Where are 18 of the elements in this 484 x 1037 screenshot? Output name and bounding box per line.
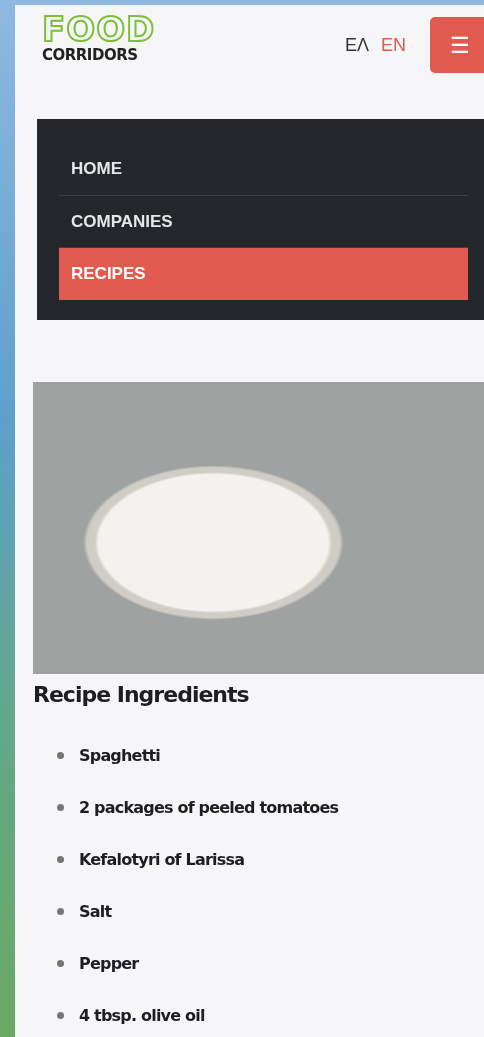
bullet-icon — [57, 1012, 64, 1020]
menu-button[interactable]: ☰ — [430, 17, 484, 73]
bullet-icon — [57, 804, 64, 812]
nav-item[interactable]: HOME — [59, 143, 468, 196]
language-link[interactable]: ΕΛ — [338, 32, 375, 59]
section-heading: Recipe Ingredients — [33, 681, 250, 708]
ingredient-text: Pepper — [79, 952, 139, 975]
ingredient-text: 2 packages of peeled tomatoes — [79, 796, 339, 819]
bullet-icon — [57, 960, 64, 968]
ingredient-text: Salt — [79, 900, 112, 923]
ingredient-text: Kefalotyri of Larissa — [79, 848, 245, 871]
nav-item[interactable]: RECIPES — [59, 248, 468, 300]
bullet-icon — [57, 856, 64, 864]
logo[interactable]: FOOD CORRIDORS — [42, 12, 156, 64]
bullet-icon — [57, 908, 64, 916]
bullet-icon — [57, 752, 64, 760]
ingredient-text: 4 tbsp. olive oil — [79, 1004, 205, 1027]
ingredient-text: Spaghetti — [79, 744, 161, 767]
